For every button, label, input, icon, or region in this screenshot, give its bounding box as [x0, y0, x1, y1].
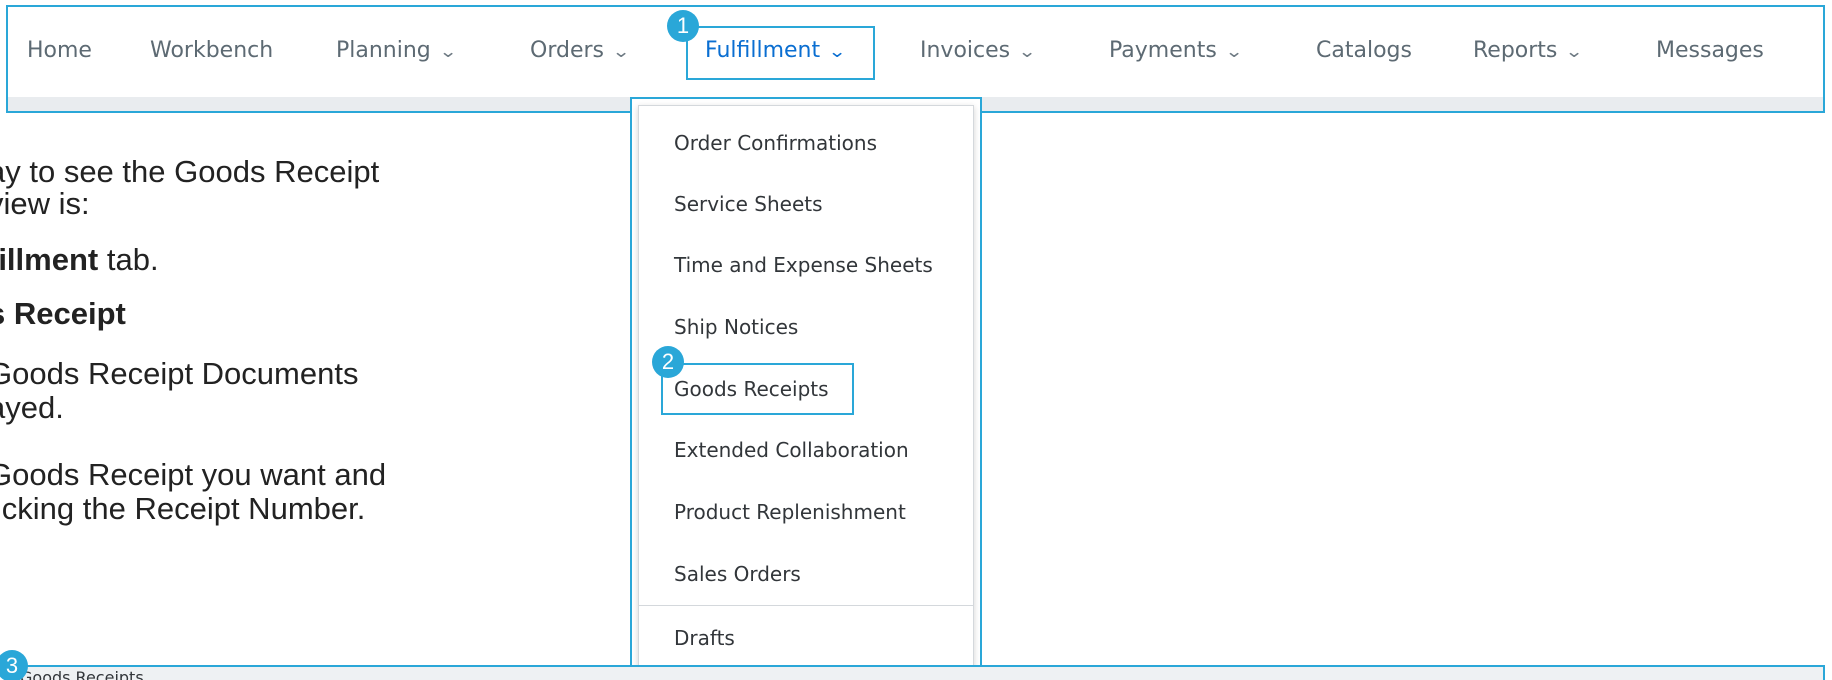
goods-receipts-page-bar	[6, 665, 1825, 680]
menu-item-time-expense-sheets[interactable]: Time and Expense Sheets	[674, 253, 933, 277]
instruction-fulfillment-bold: fillment	[0, 242, 99, 277]
nav-item-label: Workbench	[150, 38, 274, 63]
menu-item-label: Sales Orders	[674, 562, 801, 586]
menu-item-service-sheets[interactable]: Service Sheets	[674, 192, 823, 216]
nav-item-planning[interactable]: Planning ⌄	[336, 38, 458, 63]
menu-item-ship-notices[interactable]: Ship Notices	[674, 315, 798, 339]
menu-item-label: Extended Collaboration	[674, 438, 909, 462]
chevron-down-icon: ⌄	[611, 42, 631, 62]
nav-item-label: Invoices	[920, 38, 1011, 63]
goods-receipts-page-title: Goods Receipts	[20, 668, 144, 680]
menu-item-sales-orders[interactable]: Sales Orders	[674, 562, 801, 586]
nav-item-catalogs[interactable]: Catalogs	[1316, 38, 1412, 63]
instruction-tab-text: tab.	[98, 242, 159, 277]
menu-item-extended-collaboration[interactable]: Extended Collaboration	[674, 438, 909, 462]
nav-item-invoices[interactable]: Invoices ⌄	[920, 38, 1037, 63]
instruction-line-5: Goods Receipt Documents	[0, 356, 359, 391]
menu-item-label: Time and Expense Sheets	[674, 253, 933, 277]
menu-item-order-confirmations[interactable]: Order Confirmations	[674, 131, 877, 155]
instruction-goods-receipt-bold: s Receipt	[0, 296, 126, 331]
nav-item-payments[interactable]: Payments ⌄	[1109, 38, 1244, 63]
chevron-down-icon: ⌄	[438, 42, 458, 62]
nav-item-label: Planning	[336, 38, 431, 63]
nav-item-workbench[interactable]: Workbench	[150, 38, 273, 63]
menu-item-label: Drafts	[674, 626, 735, 650]
screenshot-root: ay to see the Goods Receipt view is: fil…	[0, 0, 1832, 680]
nav-item-messages[interactable]: Messages	[1656, 38, 1764, 63]
instruction-line-1: ay to see the Goods Receipt	[0, 154, 380, 189]
step-badge-1: 1	[667, 10, 699, 42]
instruction-line-2: view is:	[0, 186, 90, 221]
nav-item-label: Payments	[1109, 38, 1217, 63]
menu-item-drafts[interactable]: Drafts	[674, 626, 735, 650]
nav-item-reports[interactable]: Reports ⌄	[1473, 38, 1584, 63]
menu-item-label: Product Replenishment	[674, 500, 906, 524]
menu-item-label: Service Sheets	[674, 192, 823, 216]
nav-item-label: Orders	[530, 38, 604, 63]
menu-item-product-replenishment[interactable]: Product Replenishment	[674, 500, 906, 524]
instruction-line-8: licking the Receipt Number.	[0, 491, 366, 526]
instruction-line-6: ayed.	[0, 390, 64, 425]
step-badge-2: 2	[652, 346, 684, 378]
fulfillment-highlight-box	[686, 26, 875, 80]
nav-item-orders[interactable]: Orders ⌄	[530, 38, 631, 63]
instruction-line-3: fillment tab.	[0, 243, 159, 277]
goods-receipts-highlight-box	[661, 363, 854, 415]
menu-item-label: Ship Notices	[674, 315, 799, 339]
chevron-down-icon: ⌄	[1017, 42, 1037, 62]
nav-item-home[interactable]: Home	[27, 38, 92, 63]
menu-item-label: Order Confirmations	[674, 131, 878, 155]
nav-item-label: Reports	[1473, 38, 1558, 63]
instruction-line-7: Goods Receipt you want and	[0, 457, 387, 492]
nav-item-label: Messages	[1656, 38, 1764, 63]
chevron-down-icon: ⌄	[1224, 42, 1244, 62]
step-badge-3: 3	[0, 650, 28, 680]
nav-item-label: Home	[27, 38, 92, 63]
instruction-line-4: s Receipt	[0, 297, 126, 331]
nav-item-label: Catalogs	[1316, 38, 1412, 63]
chevron-down-icon: ⌄	[1565, 42, 1584, 62]
menu-divider	[638, 605, 974, 606]
